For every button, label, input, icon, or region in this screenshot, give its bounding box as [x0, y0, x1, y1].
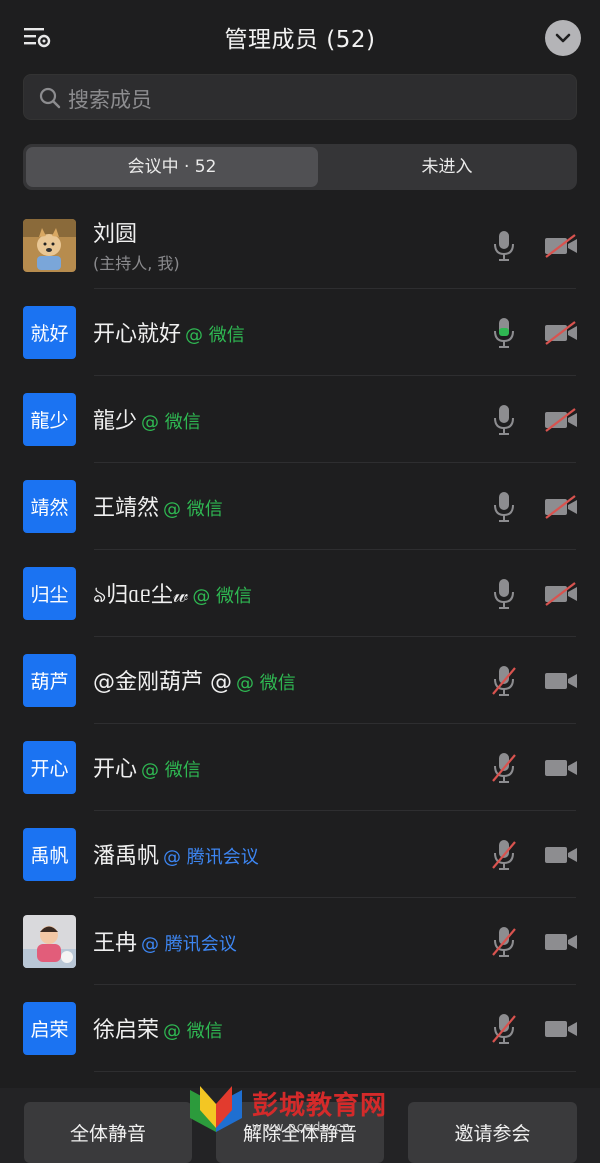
camera-icon[interactable] [544, 843, 578, 867]
tab-not-joined[interactable]: 未进入 [320, 147, 574, 187]
camera-icon[interactable] [544, 756, 578, 780]
mic-icon[interactable] [491, 316, 517, 350]
invite-button[interactable]: 邀请参会 [408, 1102, 577, 1163]
member-name-line: 潘禹帆 @ 腾讯会议 [93, 838, 259, 870]
member-source: @ 微信 [185, 325, 245, 346]
mic-muted-icon[interactable] [491, 838, 517, 872]
avatar: 启荣 [23, 1002, 76, 1055]
member-row[interactable]: 王冉 @ 腾讯会议 [0, 898, 600, 985]
camera-icon[interactable] [544, 1017, 578, 1041]
member-source: @ 微信 [163, 499, 223, 520]
mic-icon[interactable] [491, 577, 517, 611]
mic-icon[interactable] [491, 229, 517, 263]
member-source: @ 微信 [163, 1021, 223, 1042]
member-row[interactable]: 归尘 ঌ归ᥲᥱ尘𝓌 @ 微信 [0, 550, 600, 637]
member-source: @ 微信 [141, 412, 201, 433]
member-row[interactable]: 就好 开心就好 @ 微信 [0, 289, 600, 376]
member-name-line: ঌ归ᥲᥱ尘𝓌 @ 微信 [93, 577, 252, 615]
member-name: 开心就好 [93, 322, 182, 347]
mic-icon[interactable] [491, 490, 517, 524]
member-name-line: 王靖然 @ 微信 [93, 490, 223, 522]
member-row[interactable]: 靖然 王靖然 @ 微信 [0, 463, 600, 550]
watermark-book-logo [190, 1086, 242, 1132]
search-input[interactable]: 搜索成员 [23, 74, 577, 120]
member-name: 潘禹帆 [93, 844, 160, 869]
header: 管理成员 (52) [0, 0, 600, 74]
avatar: 禹帆 [23, 828, 76, 881]
member-name-line: 开心 @ 微信 [93, 751, 201, 783]
member-source: @ 微信 [141, 760, 201, 781]
mic-icon[interactable] [491, 403, 517, 437]
member-name-line: @金刚葫芦 @ @ 微信 [93, 664, 296, 696]
avatar: 归尘 [23, 567, 76, 620]
member-name: 徐启荣 [93, 1018, 160, 1043]
member-row[interactable]: 龍少 龍少 @ 微信 [0, 376, 600, 463]
search-icon [38, 86, 62, 110]
member-row[interactable]: 禹帆 潘禹帆 @ 腾讯会议 [0, 811, 600, 898]
watermark: 彭城教育网 www.pcedu.cn [186, 1082, 416, 1142]
camera-off-icon[interactable] [544, 234, 578, 258]
watermark-url: www.pcedu.cn [252, 1120, 351, 1134]
watermark-text: 彭城教育网 [252, 1091, 388, 1121]
camera-off-icon[interactable] [544, 582, 578, 606]
avatar: 靖然 [23, 480, 76, 533]
member-source: @ 腾讯会议 [141, 934, 237, 955]
camera-off-icon[interactable] [544, 321, 578, 345]
mic-muted-icon[interactable] [491, 751, 517, 785]
avatar: 葫芦 [23, 654, 76, 707]
member-name-line: 徐启荣 @ 微信 [93, 1012, 223, 1044]
member-name: @金刚葫芦 @ [93, 670, 232, 695]
member-source: @ 微信 [236, 673, 296, 694]
mic-muted-icon[interactable] [491, 925, 517, 959]
member-name-line: 龍少 @ 微信 [93, 403, 201, 435]
member-name: 王靖然 [93, 496, 160, 521]
member-source: @ 微信 [192, 586, 253, 607]
member-name: 刘圆 [93, 222, 138, 247]
mic-muted-icon[interactable] [491, 1012, 517, 1046]
search-placeholder: 搜索成员 [68, 88, 152, 112]
member-name: 开心 [93, 757, 138, 782]
tab-in-meeting[interactable]: 会议中 · 52 [26, 147, 318, 187]
member-role: (主持人, 我) [93, 254, 180, 273]
page-title: 管理成员 (52) [224, 27, 376, 53]
segmented-control: 会议中 · 52 未进入 [23, 144, 577, 190]
avatar: 就好 [23, 306, 76, 359]
avatar [23, 915, 76, 968]
camera-icon[interactable] [544, 669, 578, 693]
member-source: @ 腾讯会议 [163, 847, 259, 868]
chevron-down-icon[interactable] [545, 20, 581, 56]
member-row[interactable]: 刘圆 (主持人, 我) [0, 202, 600, 289]
member-name-line: 开心就好 @ 微信 [93, 316, 245, 348]
member-name-line: 刘圆 [93, 216, 137, 248]
member-row[interactable]: 开心 开心 @ 微信 [0, 724, 600, 811]
mute-all-button[interactable]: 全体静音 [24, 1102, 192, 1163]
camera-icon[interactable] [544, 930, 578, 954]
member-row[interactable]: 启荣 徐启荣 @ 微信 [0, 985, 600, 1072]
avatar: 龍少 [23, 393, 76, 446]
camera-off-icon[interactable] [544, 408, 578, 432]
avatar: 开心 [23, 741, 76, 794]
camera-off-icon[interactable] [544, 495, 578, 519]
mic-muted-icon[interactable] [491, 664, 517, 698]
member-name: ঌ归ᥲᥱ尘𝓌 [93, 583, 189, 608]
member-name: 龍少 [93, 409, 138, 434]
member-row[interactable]: 葫芦 @金刚葫芦 @ @ 微信 [0, 637, 600, 724]
avatar [23, 219, 76, 272]
divider [94, 1071, 576, 1072]
member-name: 王冉 [93, 931, 138, 956]
member-name-line: 王冉 @ 腾讯会议 [93, 925, 237, 957]
